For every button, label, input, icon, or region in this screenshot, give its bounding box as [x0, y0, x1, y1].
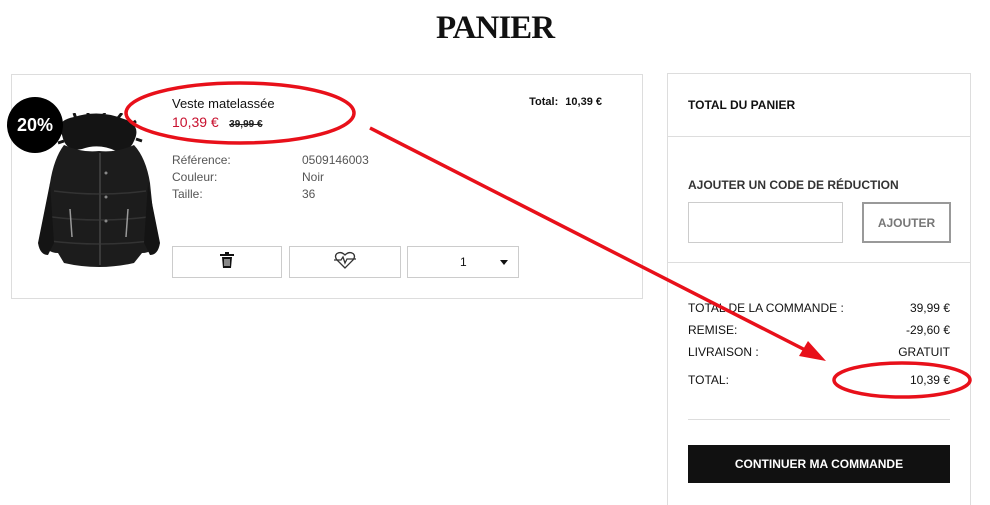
spec-label-size: Taille: — [172, 187, 203, 201]
summary-divider — [668, 262, 970, 263]
heart-broken-icon — [333, 251, 357, 274]
spec-labels: Référence: Couleur: Taille: — [172, 152, 231, 203]
chevron-down-icon — [500, 260, 508, 265]
price-current: 10,39 € — [172, 114, 219, 130]
price-old: 39,99 € — [229, 119, 263, 130]
quantity-value: 1 — [460, 255, 467, 269]
grand-total-label: TOTAL: — [688, 373, 729, 387]
quantity-select[interactable]: 1 — [407, 246, 519, 278]
promo-code-label: AJOUTER UN CODE DE RÉDUCTION — [688, 178, 899, 192]
discount-value: -29,60 € — [905, 323, 950, 337]
continue-order-button[interactable]: CONTINUER MA COMMANDE — [688, 445, 950, 483]
spec-value-color: Noir — [302, 170, 325, 184]
spec-label-color: Couleur: — [172, 170, 218, 184]
grand-total-value: 10,39 € — [909, 373, 950, 387]
spec-value-reference: 0509146003 — [302, 153, 369, 167]
apply-promo-button[interactable]: AJOUTER — [862, 202, 951, 243]
cart-item-card: 20% Veste matelassée 10,39 € 39,99 € Tot… — [7, 74, 643, 299]
item-total-value: 10,39 € — [565, 96, 602, 108]
trash-icon — [220, 251, 234, 273]
page-title: PANIER — [435, 10, 555, 46]
move-to-wishlist-button[interactable] — [289, 246, 401, 278]
product-name[interactable]: Veste matelassée — [172, 96, 275, 111]
shipping-label: LIVRAISON : — [688, 345, 759, 359]
remove-item-button[interactable] — [172, 246, 282, 278]
spec-label-reference: Référence: — [172, 153, 231, 167]
summary-divider — [688, 419, 950, 420]
spec-values: 0509146003 Noir 36 — [302, 152, 369, 203]
item-total-label: Total: — [529, 96, 559, 108]
order-subtotal-value: 39,99 € — [909, 301, 950, 315]
price-row: 10,39 € 39,99 € — [172, 114, 263, 132]
discount-badge: 20% — [7, 97, 63, 153]
shipping-value: GRATUIT — [898, 345, 950, 359]
summary-divider — [668, 136, 970, 137]
spec-value-size: 36 — [302, 187, 316, 201]
cart-summary-panel: TOTAL DU PANIER AJOUTER UN CODE DE RÉDUC… — [667, 73, 971, 505]
promo-code-input[interactable] — [688, 202, 843, 243]
summary-title: TOTAL DU PANIER — [688, 98, 796, 112]
item-total: Total: 10,39 € — [529, 96, 602, 108]
discount-label: REMISE: — [688, 323, 738, 337]
order-subtotal-label: TOTAL DE LA COMMANDE : — [688, 301, 844, 315]
